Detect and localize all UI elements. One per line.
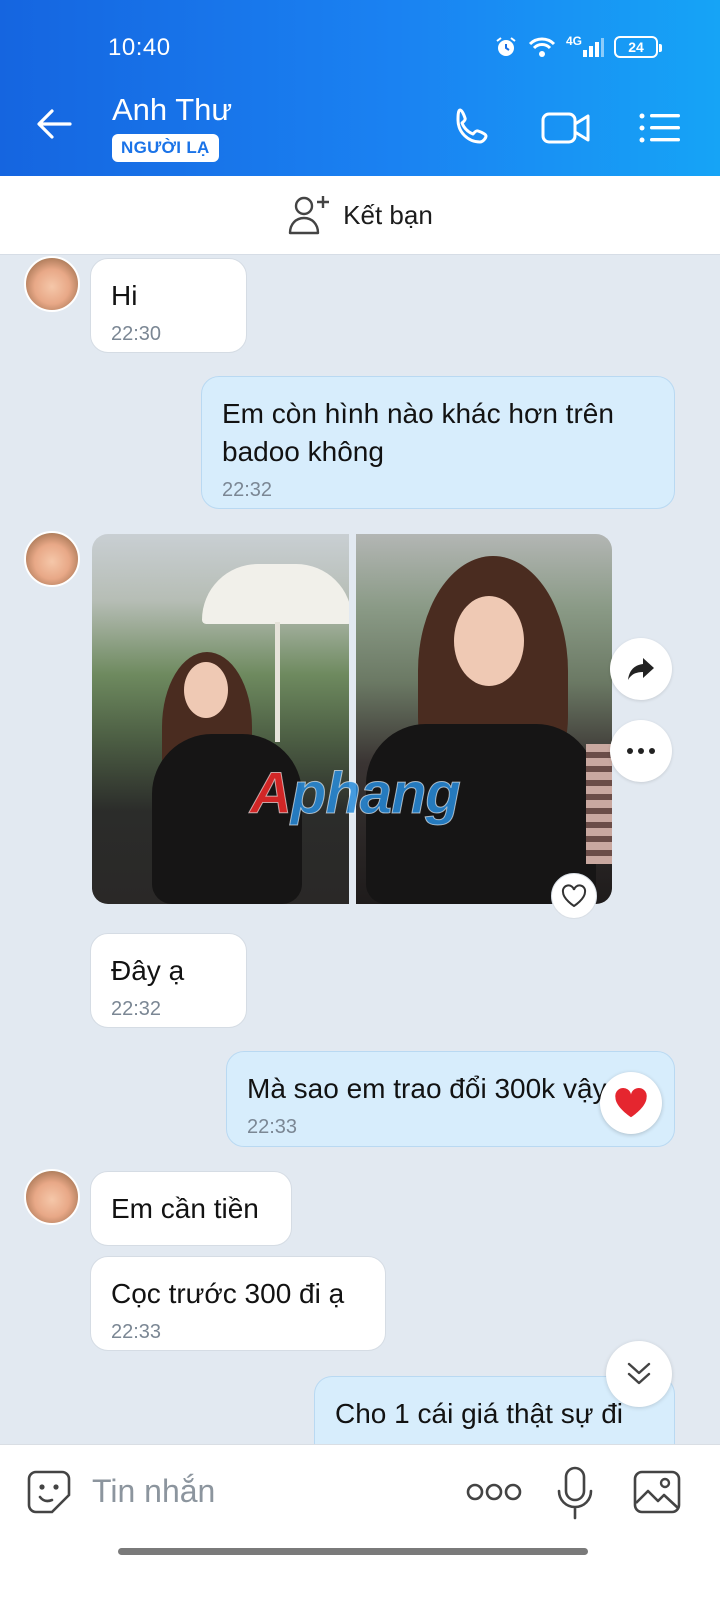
face xyxy=(453,596,524,686)
heart-outline-icon xyxy=(561,884,587,908)
message-input[interactable]: Tin nhắn xyxy=(92,1473,215,1510)
photo-2[interactable] xyxy=(355,534,612,904)
more-options-button[interactable] xyxy=(610,720,672,782)
message-bubble[interactable]: Hi 22:30 xyxy=(90,258,247,353)
message-time: 22:32 xyxy=(111,998,162,1020)
message-time: 22:33 xyxy=(247,1116,298,1138)
photo-album[interactable] xyxy=(92,534,612,904)
contact-name[interactable]: Anh Thư xyxy=(112,92,232,128)
message-time: 22:33 xyxy=(111,1321,162,1343)
wifi-icon xyxy=(528,37,556,57)
message-text: Đây ạ xyxy=(111,955,185,986)
add-friend-button[interactable]: Kết bạn xyxy=(0,176,720,255)
add-friend-label: Kết bạn xyxy=(343,199,433,230)
contact-avatar[interactable] xyxy=(24,1169,80,1225)
more-dots-icon xyxy=(627,748,655,754)
home-indicator[interactable] xyxy=(118,1548,588,1555)
watermark-letter: A xyxy=(250,761,293,827)
menu-list-icon[interactable] xyxy=(636,104,684,152)
heart-reaction[interactable] xyxy=(600,1072,662,1134)
image-gallery-icon[interactable] xyxy=(632,1469,682,1515)
status-time: 10:40 xyxy=(108,34,171,61)
signal-icon xyxy=(583,38,604,57)
microphone-icon[interactable] xyxy=(556,1465,594,1521)
share-button[interactable] xyxy=(610,638,672,700)
message-bubble[interactable]: Cọc trước 300 đi ạ 22:33 xyxy=(90,1256,386,1351)
contact-avatar[interactable] xyxy=(24,531,80,587)
message-bubble[interactable]: Em còn hình nào khác hơn trên badoo khôn… xyxy=(201,376,675,509)
stranger-badge: NGƯỜI LẠ xyxy=(112,134,219,162)
message-bubble[interactable]: Em cần tiền xyxy=(90,1171,292,1246)
react-button[interactable] xyxy=(551,873,597,919)
message-text: Em còn hình nào khác hơn trên badoo khôn… xyxy=(222,398,614,467)
battery-level: 24 xyxy=(628,39,644,55)
message-text: Cho 1 cái giá thật sự đi xyxy=(335,1398,624,1429)
message-composer: Tin nhắn xyxy=(0,1444,720,1600)
message-time: 22:32 xyxy=(222,479,273,501)
network-type: 4G xyxy=(565,34,582,48)
photo-1[interactable] xyxy=(92,534,349,904)
status-icons: 4G 24 xyxy=(494,34,662,60)
message-bubble[interactable]: Đây ạ 22:32 xyxy=(90,933,247,1028)
watermark: Aphang xyxy=(250,760,462,827)
phone-icon[interactable] xyxy=(448,104,496,152)
video-call-icon[interactable] xyxy=(540,104,592,152)
message-time: 22:30 xyxy=(111,323,162,345)
back-arrow-icon[interactable] xyxy=(34,104,74,144)
message-text: Em cần tiền xyxy=(111,1193,259,1224)
alarm-icon xyxy=(496,37,516,56)
double-chevron-down-icon xyxy=(627,1362,651,1385)
face xyxy=(184,662,228,718)
sticker-icon[interactable] xyxy=(26,1469,72,1515)
watermark-rest: phang xyxy=(290,761,461,827)
umbrella xyxy=(202,564,349,624)
stripe-pattern xyxy=(586,744,612,864)
chat-header: 10:40 4G 24 Anh Thư NGƯỜI LẠ xyxy=(0,0,720,176)
message-text: Cọc trước 300 đi ạ xyxy=(111,1278,345,1309)
message-text: Hi xyxy=(111,280,138,311)
message-text: Mà sao em trao đổi 300k vậy xyxy=(247,1073,607,1104)
scroll-to-bottom-button[interactable] xyxy=(606,1341,672,1407)
heart-filled-icon xyxy=(615,1087,647,1118)
add-user-icon xyxy=(288,196,330,235)
umbrella-pole xyxy=(275,622,280,742)
more-actions-icon[interactable] xyxy=(466,1481,522,1503)
share-arrow-icon xyxy=(628,658,654,680)
contact-avatar[interactable] xyxy=(24,256,80,312)
battery-icon: 24 xyxy=(614,36,662,58)
status-bar: 10:40 4G 24 xyxy=(0,0,720,80)
